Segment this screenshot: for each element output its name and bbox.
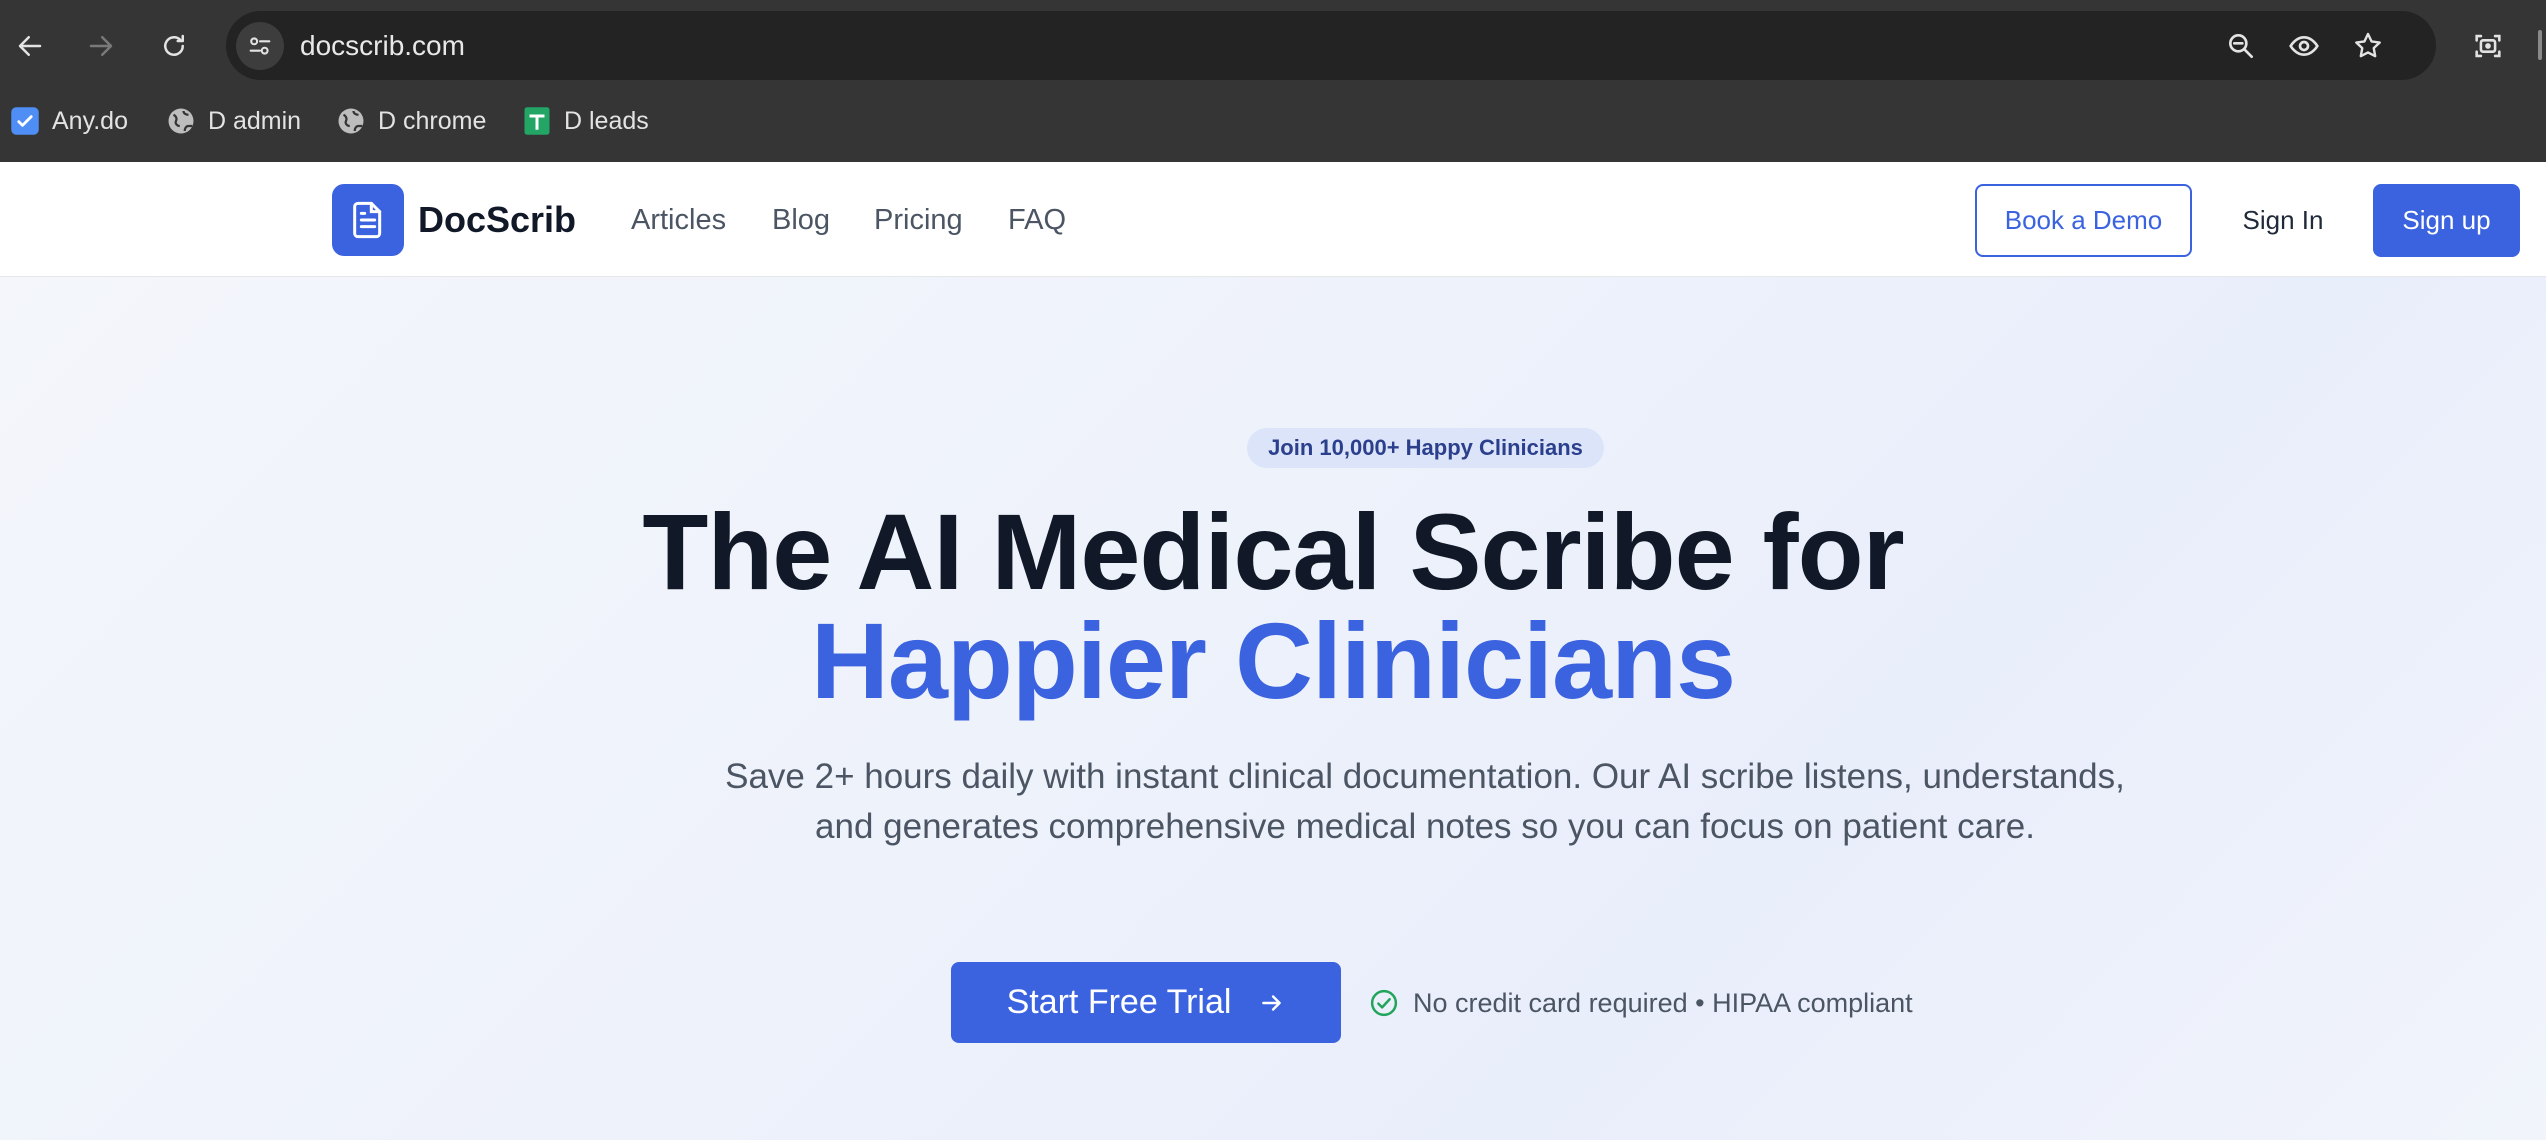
globe-icon <box>336 106 366 136</box>
reading-mode-button[interactable] <box>2284 26 2324 66</box>
bookmarks-bar: Any.do D admin D chrome D leads <box>0 96 2546 146</box>
check-circle-icon <box>1370 989 1398 1017</box>
nav-articles[interactable]: Articles <box>631 192 726 248</box>
bookmark-label: Any.do <box>52 106 128 135</box>
trust-note: No credit card required • HIPAA complian… <box>1369 982 1913 1024</box>
reload-icon <box>164 34 184 56</box>
nav-blog[interactable]: Blog <box>772 192 830 248</box>
hero-badge: Join 10,000+ Happy Clinicians <box>1247 428 1604 468</box>
eye-icon <box>2289 35 2319 57</box>
bookmark-d-leads[interactable]: D leads <box>522 96 649 146</box>
nav-faq[interactable]: FAQ <box>1008 192 1066 248</box>
arrow-left-icon <box>18 36 42 56</box>
bookmark-star-button[interactable] <box>2348 26 2388 66</box>
sign-up-button[interactable]: Sign up <box>2373 184 2520 257</box>
document-icon <box>353 201 382 239</box>
sheets-icon <box>522 106 552 136</box>
tune-icon <box>249 37 271 55</box>
reload-button[interactable] <box>150 22 198 70</box>
arrow-right-icon <box>1262 994 1282 1011</box>
bookmark-label: D chrome <box>378 106 487 135</box>
bookmark-d-chrome[interactable]: D chrome <box>336 96 486 146</box>
back-button[interactable] <box>6 22 54 70</box>
trust-text: No credit card required • HIPAA complian… <box>1413 987 1913 1018</box>
hero-title-line2: Happier Clinicians <box>810 600 1736 721</box>
browser-toolbar: docscrib.com <box>0 0 2546 92</box>
bookmark-anydo[interactable]: Any.do <box>10 96 128 146</box>
camera-capture-icon <box>2475 34 2501 58</box>
browser-chrome: docscrib.com Any.do D admin D chrome D l… <box>0 0 2546 162</box>
site-info-button[interactable] <box>236 22 284 70</box>
address-bar[interactable]: docscrib.com <box>226 11 2436 80</box>
bookmark-d-admin[interactable]: D admin <box>166 96 301 146</box>
forward-button[interactable] <box>77 22 125 70</box>
cta-label: Start Free Trial <box>1006 983 1232 1021</box>
screenshot-extension-button[interactable] <box>2466 24 2510 68</box>
site-header: DocScrib Articles Blog Pricing FAQ Book … <box>0 162 2546 277</box>
arrow-right-icon <box>89 36 113 56</box>
bookmark-label: D admin <box>208 106 302 135</box>
brand-logo[interactable] <box>332 184 404 256</box>
zoom-out-icon <box>2229 33 2253 58</box>
globe-icon <box>166 106 196 136</box>
anydo-check-icon <box>10 106 40 136</box>
bookmark-label: D leads <box>564 106 649 135</box>
hero-title-line1: The AI Medical Scribe for <box>642 491 1904 612</box>
start-free-trial-button[interactable]: Start Free Trial <box>951 962 1341 1043</box>
sign-in-button[interactable]: Sign In <box>2218 184 2348 257</box>
brand-name[interactable]: DocScrib <box>418 192 576 248</box>
hero-subtitle: Save 2+ hours daily with instant clinica… <box>725 757 2125 846</box>
web-page: DocScrib Articles Blog Pricing FAQ Book … <box>0 162 2546 1140</box>
window-edge-indicator <box>2538 30 2542 60</box>
book-demo-button[interactable]: Book a Demo <box>1975 184 2192 257</box>
star-icon <box>2355 32 2381 58</box>
nav-pricing[interactable]: Pricing <box>874 192 963 248</box>
zoom-button[interactable] <box>2221 26 2261 66</box>
url-text[interactable]: docscrib.com <box>300 11 465 80</box>
